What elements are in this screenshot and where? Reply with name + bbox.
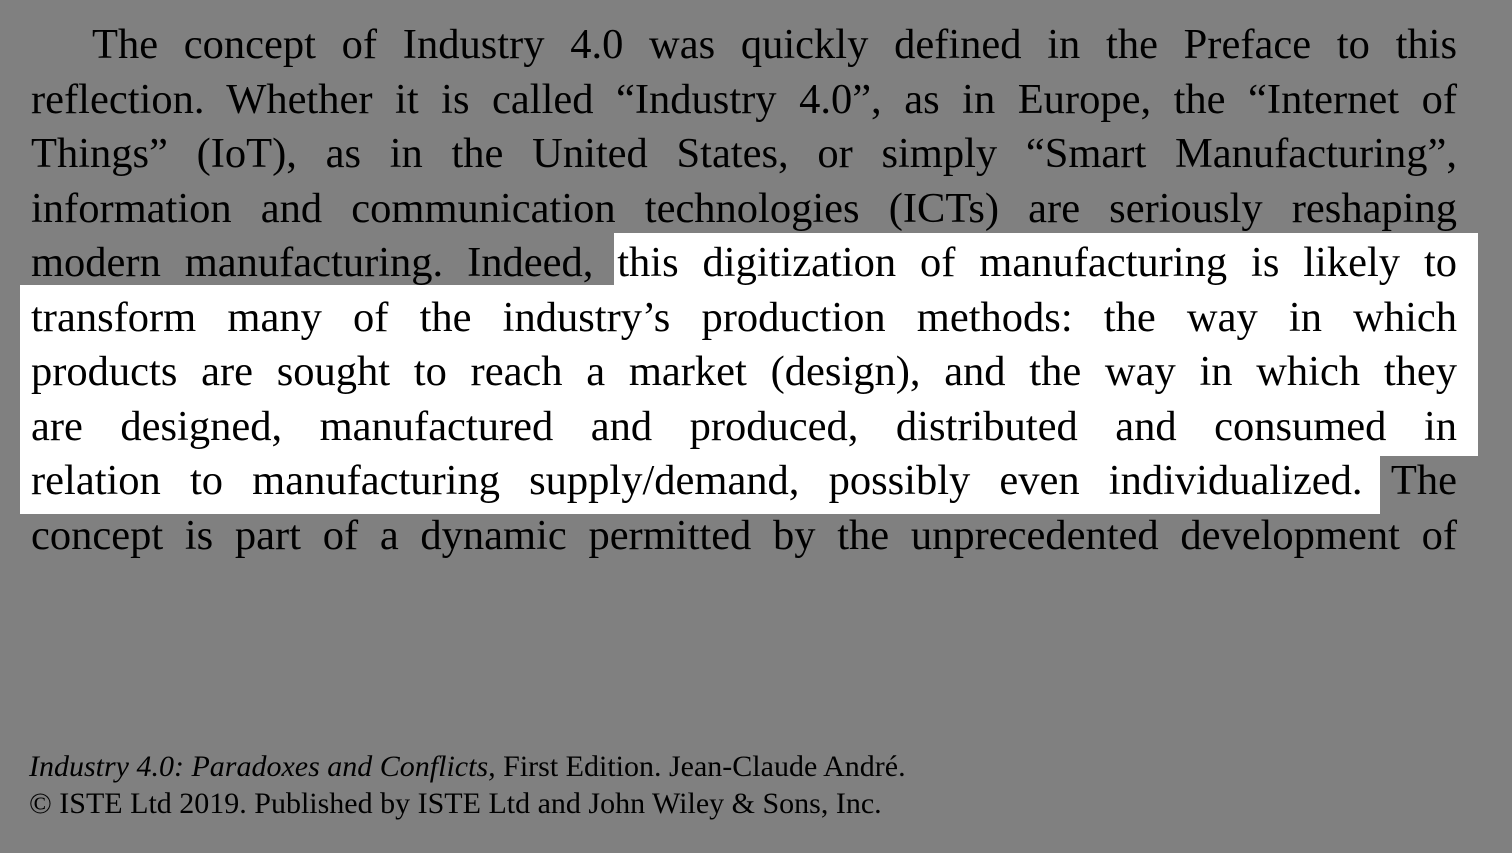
paragraph-line: relation to manufacturing supply/demand,… [31, 457, 1457, 504]
document-page: The concept of Industry 4.0 was quickly … [0, 0, 1512, 853]
footer-citation: Industry 4.0: Paradoxes and Conflicts, F… [29, 748, 1229, 785]
footer-copyright: © ISTE Ltd 2019. Published by ISTE Ltd a… [29, 787, 882, 820]
paragraph-line: transform many of the industry’s product… [31, 293, 1457, 341]
paragraph-line: concept is part of a dynamic permitted b… [31, 511, 1457, 559]
paragraph-line: are designed, manufactured and produced,… [31, 402, 1457, 450]
paragraph-line: The concept of Industry 4.0 was quickly … [92, 21, 1457, 68]
paragraph-line: modern manufacturing. Indeed, this digit… [31, 239, 1457, 286]
paragraph-line: Things” (IoT), as in the United States, … [31, 130, 1457, 177]
paragraph-line: information and communication technologi… [31, 184, 1457, 232]
page-footer: Industry 4.0: Paradoxes and Conflicts, F… [29, 748, 1229, 822]
edition-author: First Edition. Jean-Claude André. [495, 750, 906, 783]
book-title: Industry 4.0: Paradoxes and Conflicts, [29, 750, 496, 783]
paragraph-line: products are sought to reach a market (d… [31, 348, 1457, 395]
body-paragraph: The concept of Industry 4.0 was quickly … [31, 18, 1457, 563]
paragraph-line: reflection. Whether it is called “Indust… [31, 75, 1457, 123]
